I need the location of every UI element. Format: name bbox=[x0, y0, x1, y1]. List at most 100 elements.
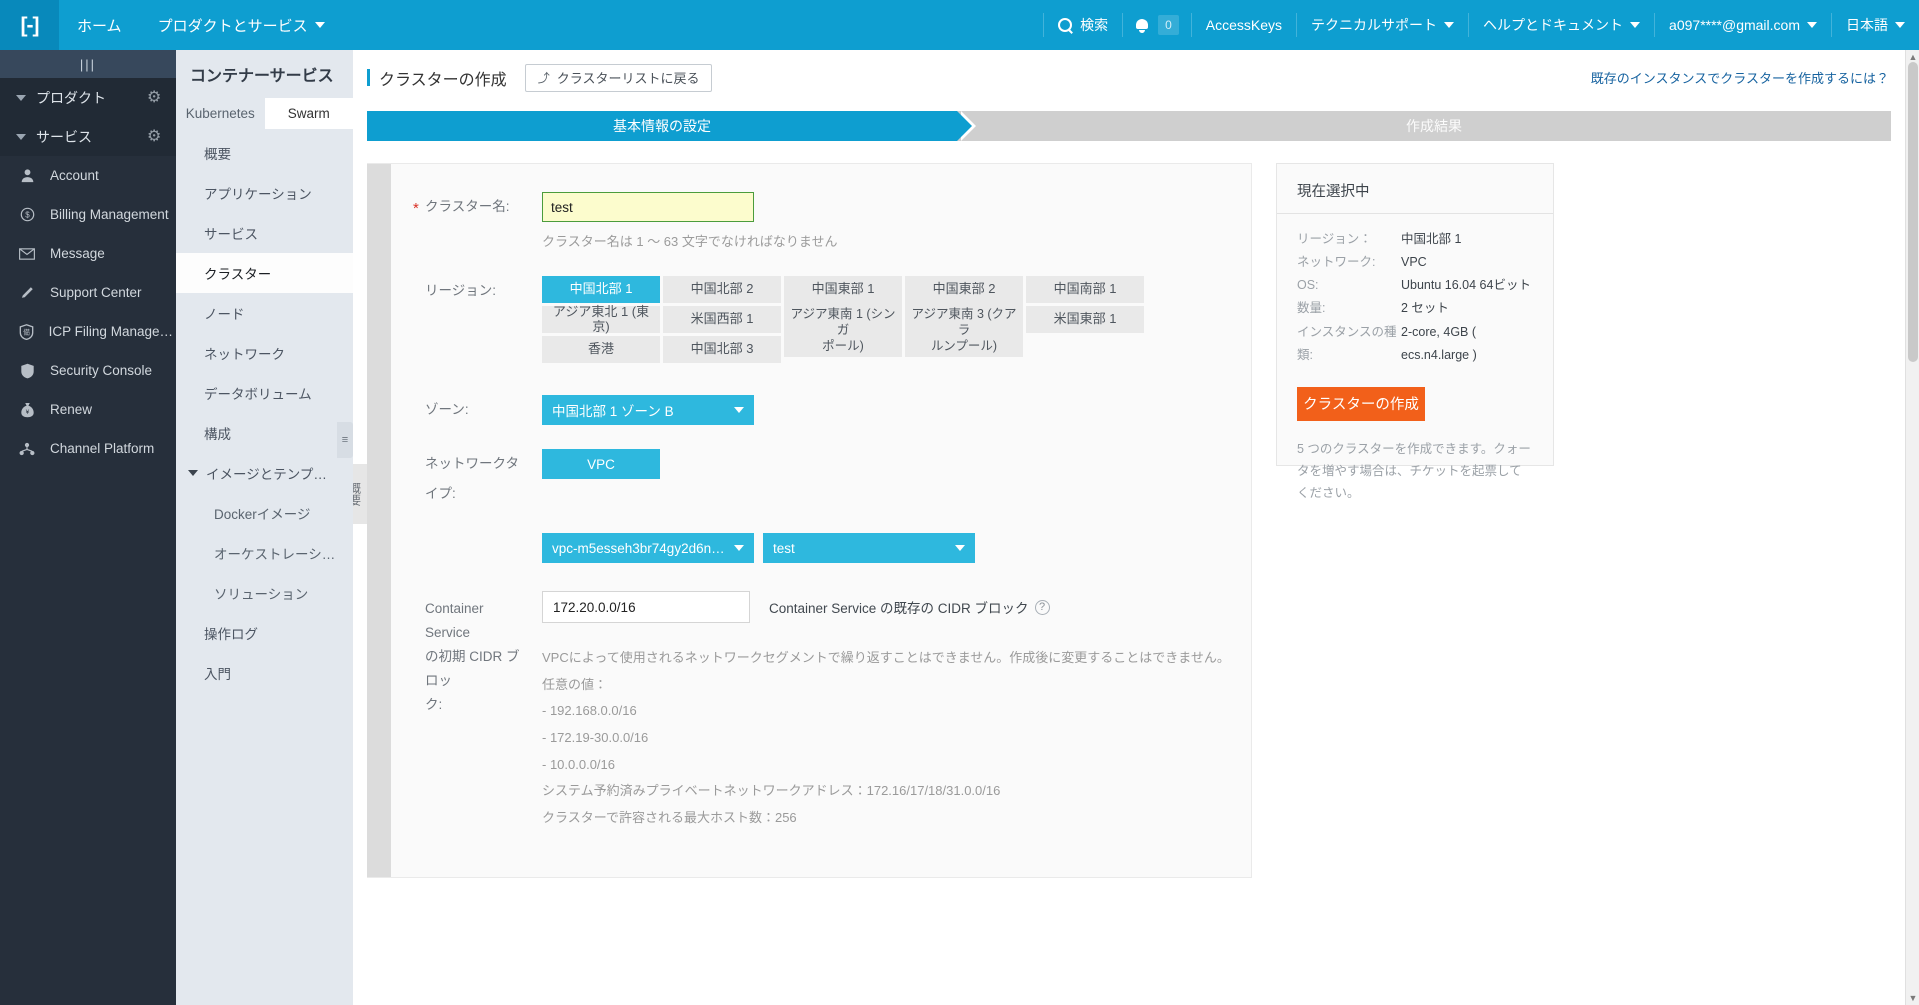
subnav-item-nodes[interactable]: ノード bbox=[176, 293, 353, 333]
nav-language[interactable]: 日本語 bbox=[1832, 0, 1919, 50]
subnav-item-configurations[interactable]: 構成 bbox=[176, 413, 353, 453]
nav-help-docs[interactable]: ヘルプとドキュメント bbox=[1469, 0, 1654, 50]
cidr-body: Container Service の既存の CIDR ブロック ? VPCによ… bbox=[542, 591, 1251, 831]
region-china-east-1[interactable]: 中国東部 1 bbox=[784, 276, 902, 303]
nav-technical-support[interactable]: テクニカルサポート bbox=[1297, 0, 1468, 50]
sidebar-item-billing-management[interactable]: $ Billing Management bbox=[0, 195, 176, 234]
subnav-item-overview[interactable]: 概要 bbox=[176, 133, 353, 173]
sidebar-item-icp-filing-management-label: ICP Filing Managem… bbox=[48, 324, 176, 339]
cloud-logo-icon[interactable]: [-] bbox=[0, 0, 59, 50]
page-scrollbar[interactable]: ▲ ▼ bbox=[1905, 50, 1919, 1005]
nav-accesskeys[interactable]: AccessKeys bbox=[1192, 0, 1296, 50]
subnav-item-data-volumes[interactable]: データボリューム bbox=[176, 373, 353, 413]
gear-icon[interactable] bbox=[147, 90, 162, 105]
chevron-down-icon bbox=[314, 22, 325, 28]
summary-instance-type-value-1: 2-core, 4GB ( bbox=[1401, 324, 1477, 339]
subnav-item-getting-started[interactable]: 入門 bbox=[176, 653, 353, 693]
top-nav-spacer bbox=[343, 0, 1044, 50]
summary-network: ネットワーク: VPC bbox=[1297, 251, 1533, 274]
page-header: クラスターの作成 ⤴ クラスターリストに戻る 既存のインスタンスでクラスターを作… bbox=[353, 50, 1905, 105]
vpc-vswitch-body: vpc-m5esseh3br74gy2d6n8n… test bbox=[542, 533, 1251, 563]
left-dark-sidebar: ||| プロダクト サービス Account $ Billing Managem… bbox=[0, 50, 176, 1005]
network-type-vpc-button[interactable]: VPC bbox=[542, 449, 660, 479]
summary-instance-type-2: 類: ecs.n4.large ) bbox=[1297, 344, 1533, 367]
search-button[interactable]: 検索 bbox=[1044, 0, 1122, 50]
sidebar-item-channel-platform[interactable]: Channel Platform bbox=[0, 429, 176, 468]
overview-side-tab[interactable]: 概要 bbox=[353, 464, 367, 524]
dark-group-services[interactable]: サービス bbox=[0, 117, 176, 156]
subnav-item-operation-logs[interactable]: 操作ログ bbox=[176, 613, 353, 653]
region-us-west-1[interactable]: 米国西部 1 bbox=[663, 306, 781, 333]
sidebar-item-renew-label: Renew bbox=[50, 402, 93, 417]
step-basic-info[interactable]: 基本情報の設定 bbox=[367, 111, 976, 141]
cidr-desc-line-2: 任意の値： bbox=[542, 676, 608, 692]
nav-account-email[interactable]: a097****@gmail.com bbox=[1655, 0, 1831, 50]
subnav-item-applications[interactable]: アプリケーション bbox=[176, 173, 353, 213]
envelope-icon bbox=[16, 245, 38, 263]
cidr-description: VPCによって使用されるネットワークセグメントで繰り返すことはできません。作成後… bbox=[542, 645, 1251, 831]
region-china-north-2[interactable]: 中国北部 2 bbox=[663, 276, 781, 303]
region-label-text: リージョン: bbox=[425, 283, 496, 298]
sidebar-item-renew[interactable]: ¥ Renew bbox=[0, 390, 176, 429]
step-basic-info-label: 基本情報の設定 bbox=[613, 118, 711, 134]
help-icon[interactable]: ? bbox=[1034, 599, 1050, 615]
cidr-label-line-1: Container Service bbox=[425, 601, 484, 640]
nav-products-services[interactable]: プロダクトとサービス bbox=[140, 0, 343, 50]
back-to-cluster-list-button[interactable]: ⤴ クラスターリストに戻る bbox=[524, 63, 713, 92]
scroll-down-arrow[interactable]: ▼ bbox=[1906, 991, 1919, 1005]
region-china-north-2-label: 中国北部 2 bbox=[690, 281, 754, 297]
subnav-item-services[interactable]: サービス bbox=[176, 213, 353, 253]
subnav-item-networks[interactable]: ネットワーク bbox=[176, 333, 353, 373]
dark-group-products[interactable]: プロダクト bbox=[0, 78, 176, 117]
sidebar-item-support-center[interactable]: Support Center bbox=[0, 273, 176, 312]
create-cluster-button[interactable]: クラスターの作成 bbox=[1297, 386, 1425, 421]
region-double-cells: アジア東南 1 (シンガ ポール) アジア東南 3 (クアラ ルンプール) bbox=[784, 303, 1023, 357]
top-nav-left-group: ホーム プロダクトとサービス bbox=[59, 0, 343, 50]
region-china-east-2[interactable]: 中国東部 2 bbox=[905, 276, 1023, 303]
region-china-south-1[interactable]: 中国南部 1 bbox=[1026, 276, 1144, 303]
zone-select[interactable]: 中国北部 1 ゾーン B bbox=[542, 395, 754, 425]
sidebar-item-message-label: Message bbox=[50, 246, 105, 261]
sidebar-item-icp-filing-management[interactable]: 備 ICP Filing Managem… bbox=[0, 312, 176, 351]
subnav-group-images-templates[interactable]: イメージとテンプレート bbox=[176, 453, 353, 493]
subnav-item-clusters[interactable]: クラスター bbox=[176, 253, 353, 293]
subnav-collapse-toggle[interactable]: ≡ bbox=[337, 422, 353, 458]
region-ase1-line1: アジア東南 1 (シンガ bbox=[790, 306, 896, 337]
subnav-item-solutions[interactable]: ソリューション bbox=[176, 573, 353, 613]
zone-select-value: 中国北部 1 ゾーン B bbox=[552, 404, 674, 419]
scrollbar-thumb[interactable] bbox=[1908, 62, 1918, 362]
sidebar-item-message[interactable]: Message bbox=[0, 234, 176, 273]
subnav-item-docker-images[interactable]: Dockerイメージ bbox=[176, 493, 353, 533]
tab-kubernetes[interactable]: Kubernetes bbox=[176, 98, 265, 129]
region-us-east-1[interactable]: 米国東部 1 bbox=[1026, 306, 1144, 333]
sidebar-item-account[interactable]: Account bbox=[0, 156, 176, 195]
cidr-desc-line-1: VPCによって使用されるネットワークセグメントで繰り返すことはできません。作成後… bbox=[542, 650, 1230, 665]
region-china-north-3[interactable]: 中国北部 3 bbox=[663, 336, 781, 363]
region-asia-northeast-1-tokyo[interactable]: アジア東北 1 (東京) bbox=[542, 304, 660, 333]
gear-icon[interactable] bbox=[147, 129, 162, 144]
region-hong-kong[interactable]: 香港 bbox=[542, 336, 660, 363]
vswitch-select[interactable]: test bbox=[763, 533, 975, 563]
logo-glyph: [-] bbox=[20, 13, 40, 37]
wizard-steps: 基本情報の設定 作成結果 bbox=[367, 111, 1891, 141]
vpc-select[interactable]: vpc-m5esseh3br74gy2d6n8n… bbox=[542, 533, 754, 563]
summary-region-key: リージョン： bbox=[1297, 232, 1372, 246]
notifications-button[interactable]: 0 bbox=[1123, 0, 1191, 50]
region-china-north-1[interactable]: 中国北部 1 bbox=[542, 276, 660, 303]
field-network-type: ネットワークタイプ: VPC bbox=[367, 449, 1251, 509]
cidr-input[interactable] bbox=[542, 591, 750, 623]
existing-instance-link[interactable]: 既存のインスタンスでクラスターを作成するには？ bbox=[1591, 71, 1889, 86]
container-service-subnav: コンテナーサービス Kubernetes Swarm 概要 アプリケーション サ… bbox=[176, 50, 353, 1005]
sidebar-item-security-console[interactable]: Security Console bbox=[0, 351, 176, 390]
summary-quantity-key: 数量: bbox=[1297, 301, 1326, 316]
cidr-label: Container Service の初期 CIDR ブロッ ク: bbox=[367, 591, 542, 717]
form-and-summary-wrap: 概要 * クラスター名: クラスター名は 1 ～ 63 文字でなければなりません bbox=[353, 163, 1891, 879]
cidr-label-line-3: ク: bbox=[425, 697, 443, 712]
region-asia-southeast-1-singapore-cell[interactable]: アジア東南 1 (シンガ ポール) bbox=[784, 303, 902, 357]
subnav-item-orchestration-templates[interactable]: オーケストレーショ… bbox=[176, 533, 353, 573]
cluster-name-input[interactable] bbox=[542, 192, 754, 222]
nav-home[interactable]: ホーム bbox=[59, 0, 140, 50]
sidebar-collapse-handle[interactable]: ||| bbox=[0, 50, 176, 78]
tab-swarm[interactable]: Swarm bbox=[264, 98, 353, 129]
region-asia-southeast-3-kuala-lumpur-cell[interactable]: アジア東南 3 (クアラ ルンプール) bbox=[905, 303, 1023, 357]
